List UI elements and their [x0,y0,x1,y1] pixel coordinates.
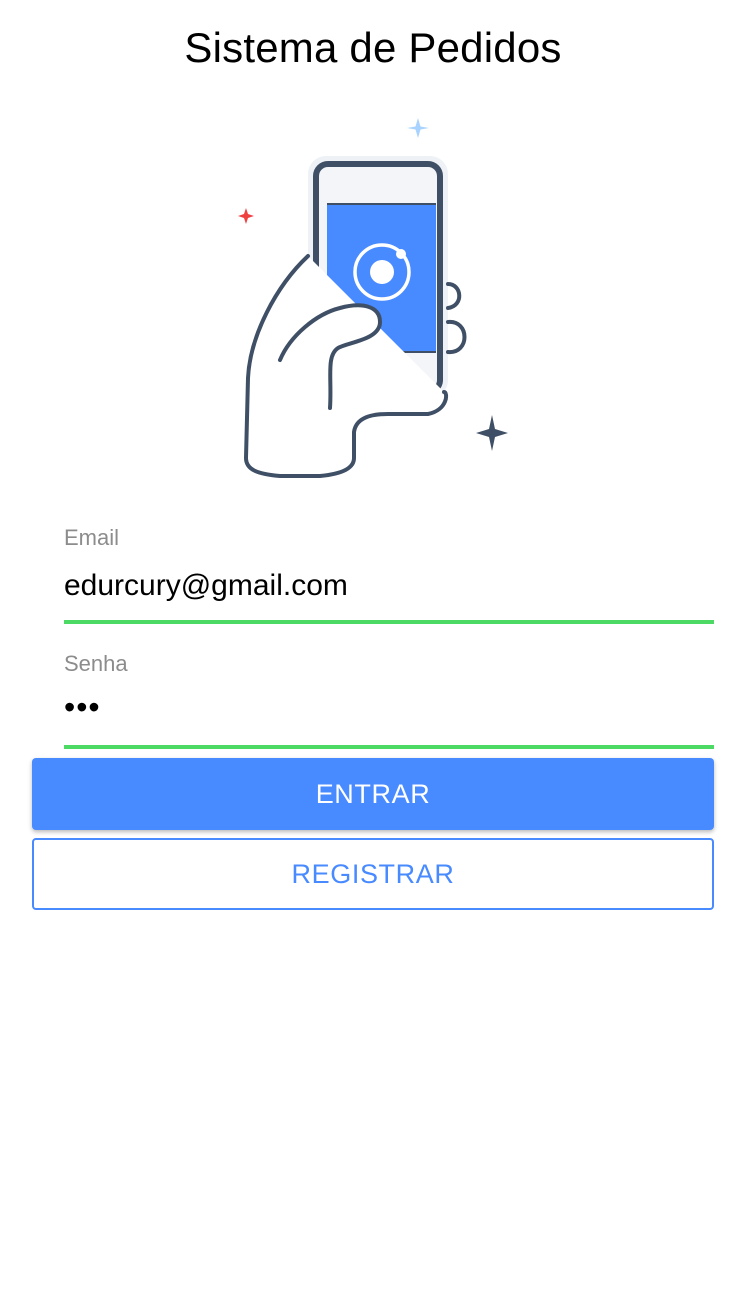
password-input[interactable]: ••• [64,689,101,726]
email-field[interactable]: Email edurcury@gmail.com [64,520,714,626]
page-title: Sistema de Pedidos [184,24,562,71]
email-label: Email [64,525,120,550]
password-label: Senha [64,651,128,676]
sparkle-light-blue-icon [407,118,429,138]
login-button[interactable]: ENTRAR [32,758,714,830]
email-underline [64,620,714,624]
sparkle-dark-icon [476,415,508,451]
sparkle-red-icon [238,208,254,224]
register-button[interactable]: REGISTRAR [32,838,714,910]
password-field[interactable]: Senha ••• [64,646,714,752]
hand-holding-phone-illustration [238,118,508,478]
password-underline [64,745,714,749]
email-input[interactable]: edurcury@gmail.com [64,569,348,603]
